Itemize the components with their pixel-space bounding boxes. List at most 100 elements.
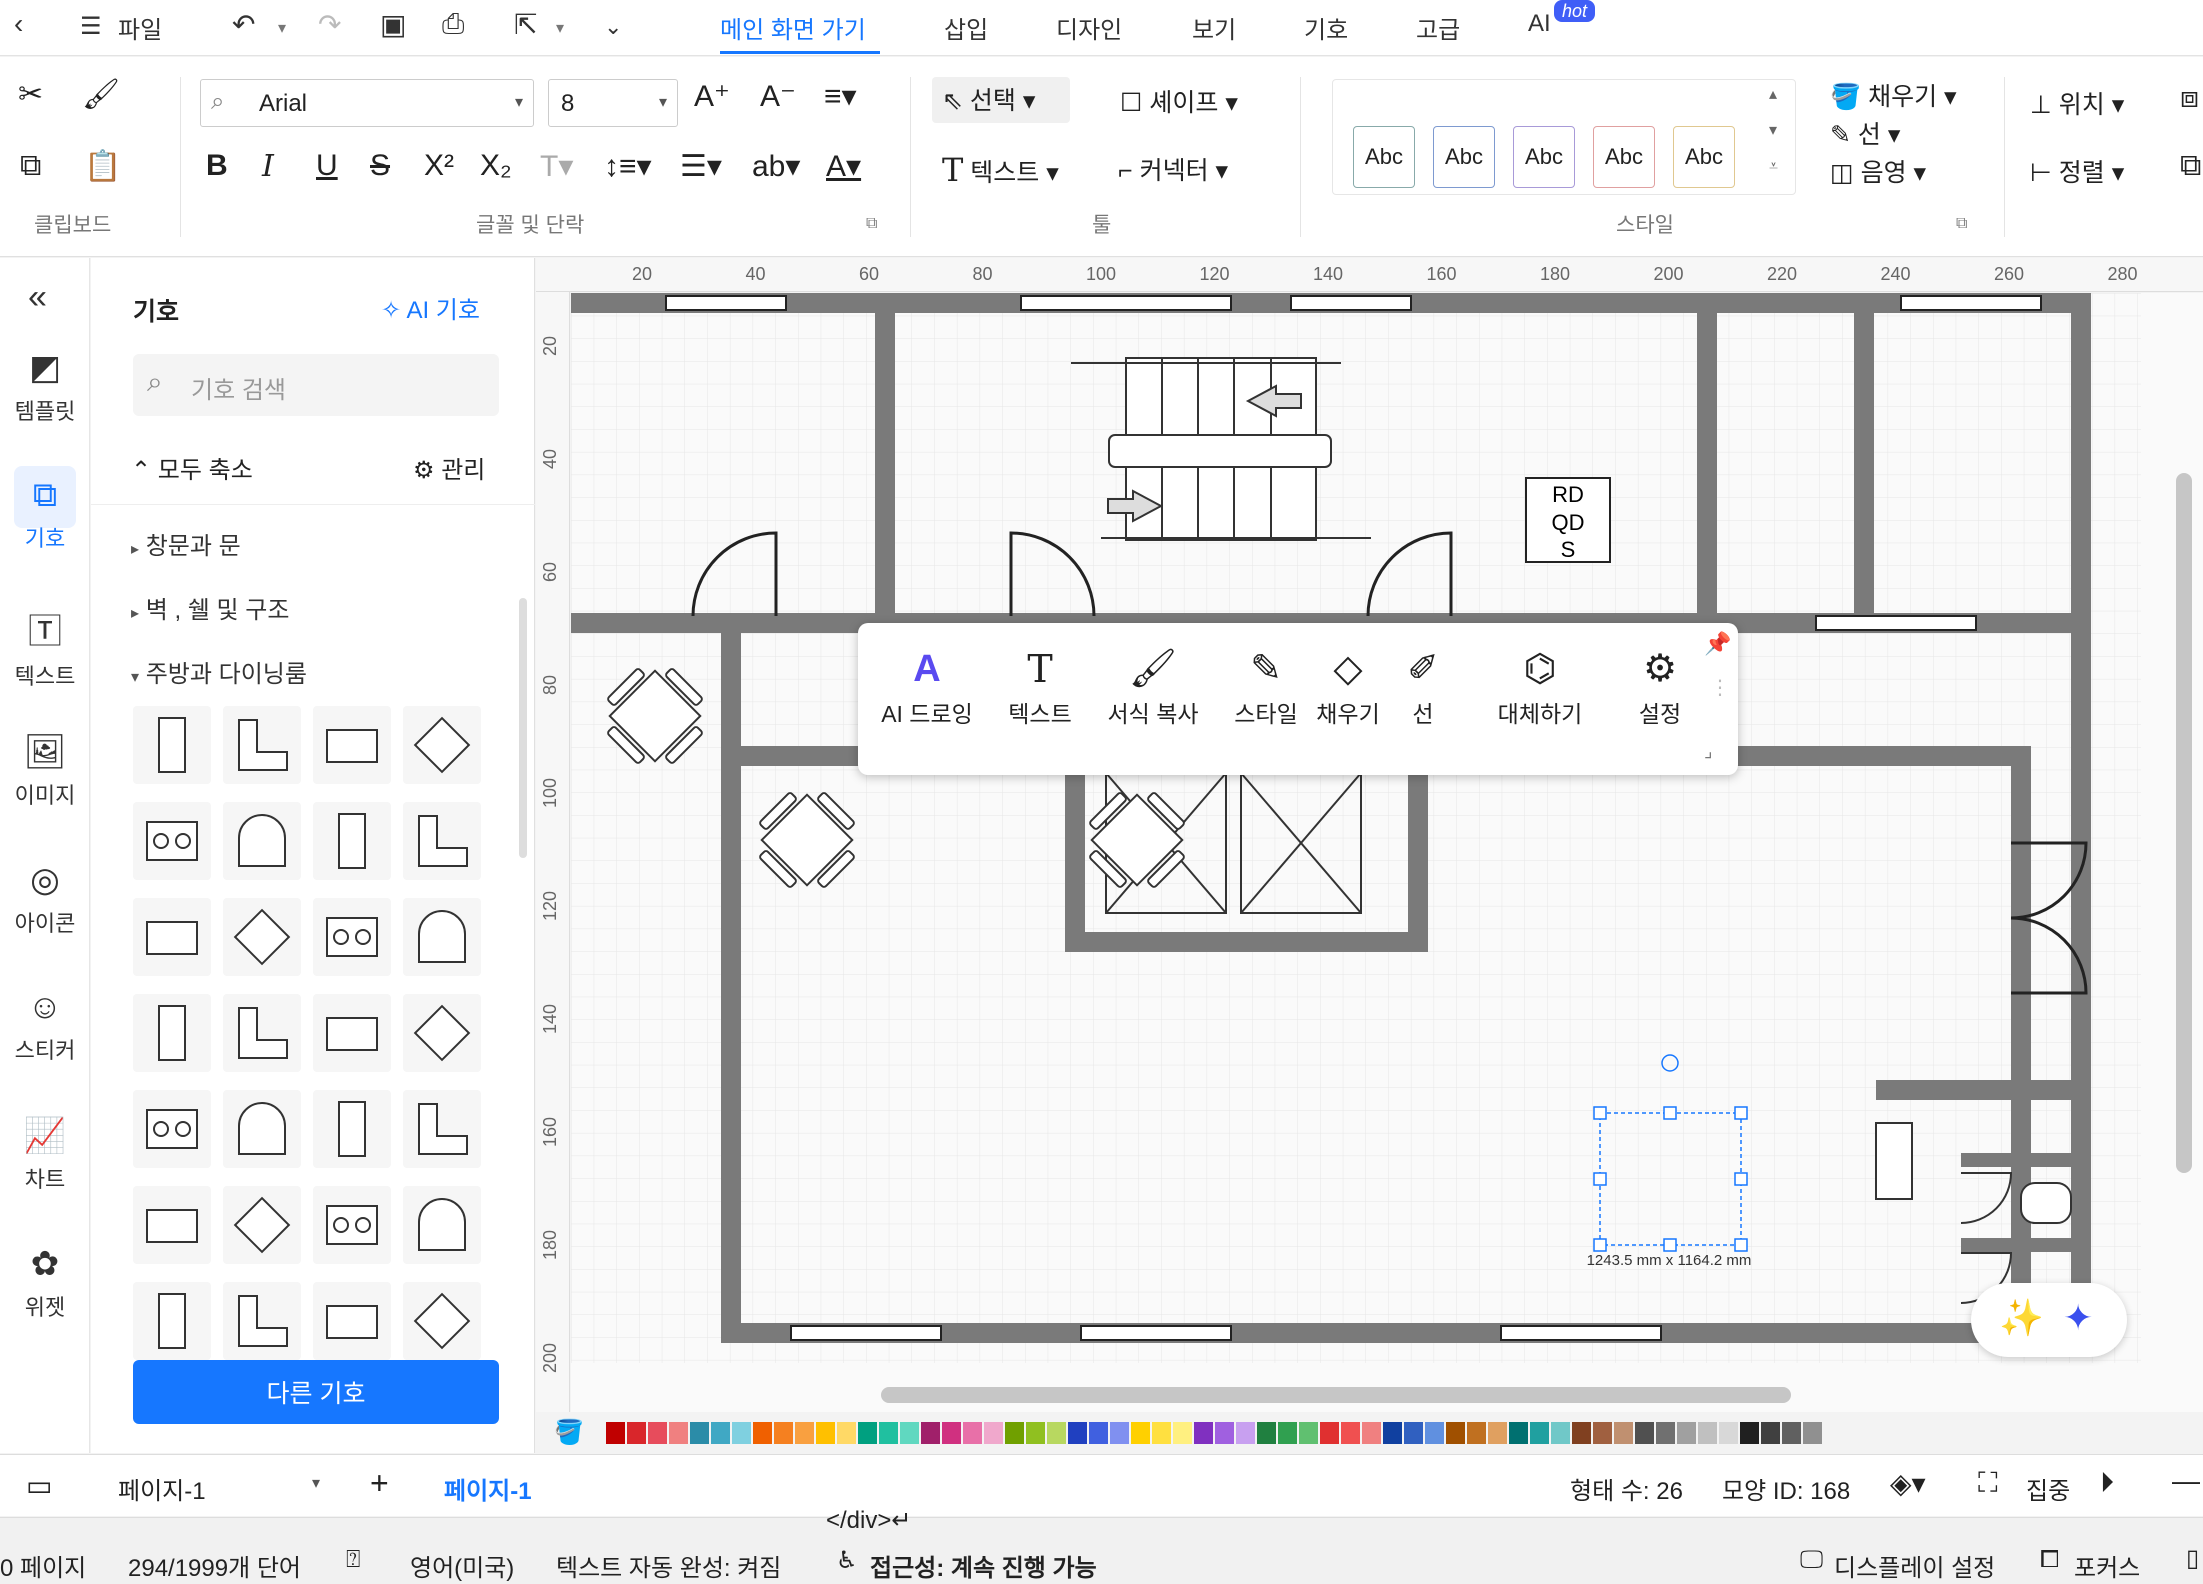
symbol-tile[interactable] (313, 898, 391, 976)
color-swatch[interactable] (1362, 1422, 1381, 1444)
sparkle-icon[interactable]: ✦ (2063, 1297, 2093, 1339)
symbol-tile[interactable] (403, 1090, 481, 1168)
color-swatch[interactable] (648, 1422, 667, 1444)
font-shrink-icon[interactable]: A⁻ (760, 79, 796, 114)
layer-icon[interactable]: ⧉ (2180, 149, 2201, 183)
symbol-tile[interactable] (133, 706, 211, 784)
focus-mode-button[interactable]: 집중 (2026, 1471, 2070, 1506)
print-icon[interactable]: ⎙ (442, 8, 464, 41)
color-swatch[interactable] (1299, 1422, 1318, 1444)
symbol-tile[interactable] (133, 802, 211, 880)
more-vertical-icon[interactable]: ⋮ (1710, 675, 1730, 700)
symbol-tile[interactable] (313, 994, 391, 1072)
rail-item-text[interactable]: 🅃 텍스트 (0, 604, 90, 691)
symbol-tile[interactable] (313, 706, 391, 784)
layers-icon[interactable]: ◈▾ (1890, 1467, 1926, 1500)
collapse-all-button[interactable]: ⌃ 모두 축소 (131, 450, 253, 485)
position-button[interactable]: ⊥ 위치 ▾ (2030, 85, 2124, 121)
color-swatch[interactable] (1425, 1422, 1444, 1444)
color-swatch[interactable] (1803, 1422, 1822, 1444)
symbol-tile[interactable] (223, 1090, 301, 1168)
color-swatch[interactable] (1257, 1422, 1276, 1444)
style-button[interactable]: ✎ 스타일 (1226, 643, 1306, 729)
color-swatch[interactable] (879, 1422, 898, 1444)
color-swatch[interactable] (774, 1422, 793, 1444)
strikethrough-icon[interactable]: S (370, 149, 390, 183)
bold-icon[interactable]: B (206, 149, 228, 183)
color-swatch[interactable] (627, 1422, 646, 1444)
tab-insert[interactable]: 삽입 (944, 10, 988, 45)
color-swatch[interactable] (1782, 1422, 1801, 1444)
symbol-tile[interactable] (223, 1282, 301, 1360)
color-swatch[interactable] (606, 1422, 625, 1444)
color-swatch[interactable] (1068, 1422, 1087, 1444)
color-swatch[interactable] (1026, 1422, 1045, 1444)
font-family-select[interactable]: ⌕ Arial ▾ (200, 79, 534, 127)
tab-view[interactable]: 보기 (1192, 10, 1236, 45)
color-swatch[interactable] (669, 1422, 688, 1444)
superscript-icon[interactable]: X² (424, 149, 454, 183)
floor-plan[interactable]: RD QD S 1243.5 mm x 1164.2 mm (571, 293, 2203, 1412)
text-case-icon[interactable]: ab▾ (752, 149, 800, 184)
symbol-tile[interactable] (223, 1186, 301, 1264)
vertical-scrollbar[interactable] (2176, 473, 2192, 1173)
color-swatch[interactable] (1278, 1422, 1297, 1444)
color-swatch[interactable] (1215, 1422, 1234, 1444)
style-swatch-4[interactable]: Abc (1593, 126, 1655, 188)
style-swatch-2[interactable]: Abc (1433, 126, 1495, 188)
color-swatch[interactable] (1404, 1422, 1423, 1444)
color-swatch[interactable] (942, 1422, 961, 1444)
drawing-canvas[interactable]: RD QD S 1243.5 mm x 1164.2 mm ✨ ✦ (571, 293, 2203, 1412)
shape-tool[interactable]: ☐ 셰이프 ▾ (1120, 83, 1238, 119)
align-icon[interactable]: ≡▾ (824, 79, 857, 114)
tab-design[interactable]: 디자인 (1056, 10, 1122, 45)
category-walls[interactable]: ▸ 벽 , 쉘 및 구조 (131, 590, 289, 625)
rail-item-chart[interactable]: 📈 차트 (0, 1116, 90, 1194)
expand-icon[interactable]: ⧉ (1956, 215, 1967, 233)
save-icon[interactable]: ▣ (380, 8, 406, 41)
underline-icon[interactable]: U (316, 149, 338, 183)
color-swatch[interactable] (1488, 1422, 1507, 1444)
undo-icon[interactable]: ↶ (232, 8, 255, 41)
redo-icon[interactable]: ↷ (318, 8, 341, 41)
color-swatch[interactable] (1677, 1422, 1696, 1444)
autocomplete-status[interactable]: 텍스트 자동 완성: 켜짐 (556, 1548, 781, 1583)
symbol-tile[interactable] (403, 802, 481, 880)
color-swatch[interactable] (1656, 1422, 1675, 1444)
group-icon[interactable]: ⧈ (2180, 81, 2199, 115)
symbol-tile[interactable] (403, 706, 481, 784)
proofing-icon[interactable]: ⍰ (346, 1546, 360, 1574)
symbol-tile[interactable] (313, 802, 391, 880)
page-select[interactable]: 페이지-1 (118, 1471, 206, 1506)
scroll-up-icon[interactable]: ▴ (1769, 84, 1777, 104)
file-menu[interactable]: 파일 (118, 10, 162, 45)
scroll-down-icon[interactable]: ▾ (1769, 120, 1777, 140)
ai-symbol-button[interactable]: ✧ AI 기호 (381, 290, 480, 325)
color-swatch[interactable] (732, 1422, 751, 1444)
paste-icon[interactable]: 📋 (84, 149, 121, 184)
format-painter-icon[interactable]: 🖌 (82, 77, 120, 112)
font-color-icon[interactable]: A▾ (826, 149, 861, 184)
text-tool[interactable]: T 텍스트 ▾ (942, 151, 1059, 189)
color-swatch[interactable] (900, 1422, 919, 1444)
line-button[interactable]: ✎ 선 ▾ (1830, 115, 1900, 151)
export-icon[interactable]: ⇱ (514, 8, 537, 41)
color-swatch[interactable] (1089, 1422, 1108, 1444)
subscript-icon[interactable]: X₂ (480, 149, 512, 183)
rail-item-template[interactable]: ◩ 템플릿 (0, 348, 90, 426)
rail-item-image[interactable]: 🖼 이미지 (0, 732, 90, 810)
font-size-select[interactable]: 8 ▾ (548, 79, 678, 127)
color-swatch[interactable] (1635, 1422, 1654, 1444)
page-tab-active[interactable]: 페이지-1 (444, 1471, 532, 1506)
text-effect-icon[interactable]: T▾ (540, 149, 573, 184)
view-icon[interactable]: ▯ (2186, 1544, 2199, 1573)
fill-bucket-icon[interactable]: 🪣 (554, 1418, 584, 1447)
color-swatch[interactable] (1467, 1422, 1486, 1444)
color-swatch[interactable] (1047, 1422, 1066, 1444)
rail-item-sticker[interactable]: ☺ 스티커 (0, 988, 90, 1065)
color-swatch[interactable] (1194, 1422, 1213, 1444)
symbol-tile[interactable] (403, 1282, 481, 1360)
color-swatch[interactable] (858, 1422, 877, 1444)
pin-icon[interactable]: 📌 (1704, 631, 1731, 657)
color-swatch[interactable] (1383, 1422, 1402, 1444)
